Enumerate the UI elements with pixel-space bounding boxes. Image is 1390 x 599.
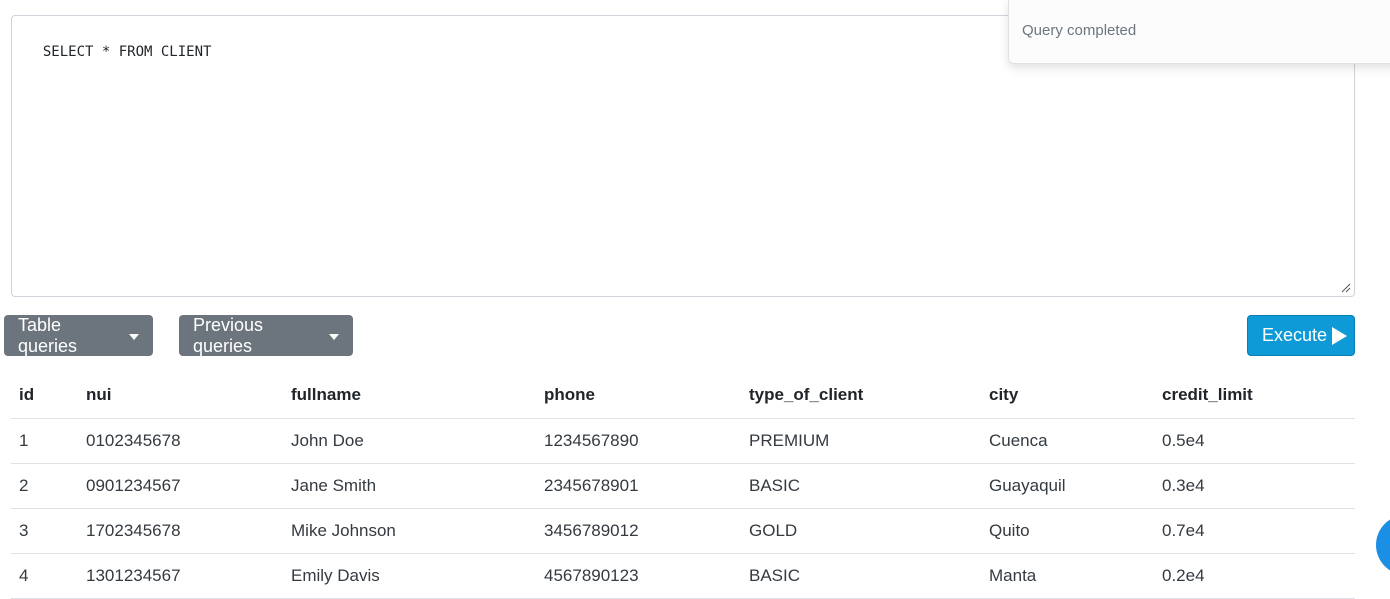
cell-id: 1 (11, 418, 78, 464)
cell-type-of-client: GOLD (741, 508, 981, 554)
column-header-nui: nui (78, 373, 283, 419)
cell-nui: 0901234567 (78, 463, 283, 509)
sql-query-text[interactable]: SELECT * FROM CLIENT (43, 44, 212, 60)
cell-type-of-client: PREMIUM (741, 418, 981, 464)
column-header-phone: phone (536, 373, 741, 419)
cell-id: 2 (11, 463, 78, 509)
cell-nui: 1301234567 (78, 553, 283, 599)
play-icon (1332, 326, 1348, 345)
query-status-toast: Query completed (1008, 0, 1390, 64)
cell-city: Cuenca (981, 418, 1154, 464)
execute-label: Execute (1262, 325, 1328, 345)
results-table: id nui fullname phone type_of_client cit… (11, 373, 1355, 599)
cell-phone: 2345678901 (536, 463, 741, 509)
execute-button[interactable]: Execute (1247, 315, 1355, 356)
cell-phone: 4567890123 (536, 553, 741, 599)
column-header-id: id (11, 373, 78, 419)
table-row: 4 1301234567 Emily Davis 4567890123 BASI… (11, 553, 1355, 599)
floating-action-button[interactable] (1376, 515, 1390, 575)
previous-queries-dropdown-button[interactable]: Previous queries (179, 315, 353, 356)
cell-fullname: John Doe (283, 418, 536, 464)
table-row: 1 0102345678 John Doe 1234567890 PREMIUM… (11, 418, 1355, 464)
column-header-credit-limit: credit_limit (1154, 373, 1355, 419)
table-row: 3 1702345678 Mike Johnson 3456789012 GOL… (11, 508, 1355, 554)
column-header-type-of-client: type_of_client (741, 373, 981, 419)
cell-phone: 1234567890 (536, 418, 741, 464)
cell-credit-limit: 0.7e4 (1154, 508, 1355, 554)
column-header-city: city (981, 373, 1154, 419)
cell-fullname: Emily Davis (283, 553, 536, 599)
previous-queries-label: Previous queries (193, 314, 264, 356)
cell-fullname: Jane Smith (283, 463, 536, 509)
table-queries-dropdown-button[interactable]: Table queries (4, 315, 153, 356)
cell-city: Quito (981, 508, 1154, 554)
resize-grip-icon[interactable] (1341, 283, 1351, 293)
cell-city: Guayaquil (981, 463, 1154, 509)
cell-credit-limit: 0.2e4 (1154, 553, 1355, 599)
cell-credit-limit: 0.5e4 (1154, 418, 1355, 464)
cell-type-of-client: BASIC (741, 463, 981, 509)
caret-down-icon (329, 333, 339, 340)
cell-fullname: Mike Johnson (283, 508, 536, 554)
cell-type-of-client: BASIC (741, 553, 981, 599)
cell-nui: 0102345678 (78, 418, 283, 464)
cell-city: Manta (981, 553, 1154, 599)
cell-id: 4 (11, 553, 78, 599)
cell-phone: 3456789012 (536, 508, 741, 554)
toast-message: Query completed (1022, 22, 1137, 39)
table-row: 2 0901234567 Jane Smith 2345678901 BASIC… (11, 463, 1355, 509)
cell-nui: 1702345678 (78, 508, 283, 554)
cell-credit-limit: 0.3e4 (1154, 463, 1355, 509)
caret-down-icon (129, 333, 139, 340)
table-queries-label: Table queries (18, 314, 78, 356)
column-header-fullname: fullname (283, 373, 536, 419)
table-header-row: id nui fullname phone type_of_client cit… (11, 373, 1355, 419)
cell-id: 3 (11, 508, 78, 554)
